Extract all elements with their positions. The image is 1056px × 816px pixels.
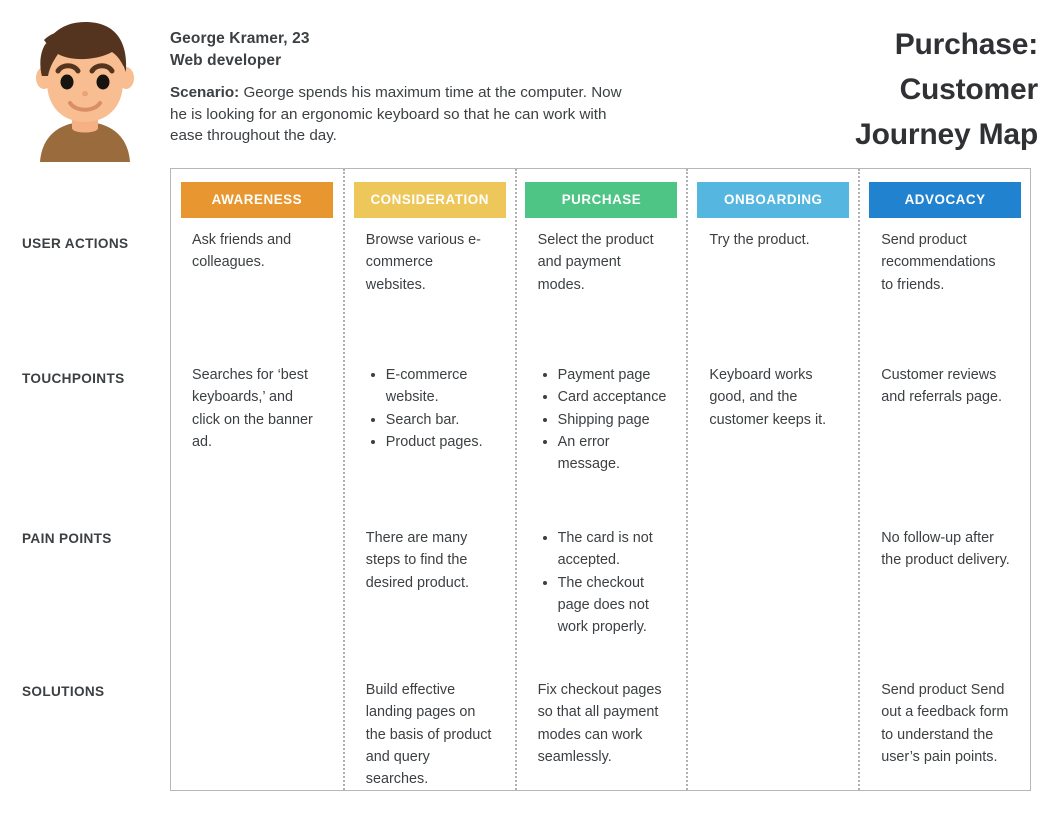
persona-scenario: Scenario: George spends his maximum time… [170,82,630,147]
list-item: Card acceptance [558,386,667,408]
scenario-label: Scenario: [170,84,240,101]
list-item: Shipping page [558,409,667,431]
cell-solutions-consideration: Build effective landing pages on the bas… [345,679,515,790]
row-label-touchpoints: TOUCHPOINTS [22,371,125,386]
page-title: Purchase: Customer Journey Map [708,22,1038,157]
stage-header-purchase[interactable]: PURCHASE [525,182,678,218]
stage-header-awareness[interactable]: AWARENESS [180,182,333,218]
cell-pain-points-advocacy: No follow-up after the product delivery. [860,527,1030,572]
stage-column-consideration: CONSIDERATION Browse various e-commerce w… [342,169,515,790]
cell-solutions-purchase: Fix checkout pages so that all payment m… [517,679,687,768]
cell-text: Try the product. [709,232,810,248]
cell-list: E-commerce website.Search bar.Product pa… [366,364,495,453]
cell-text: Ask friends and colleagues. [192,232,292,271]
stage-header-advocacy[interactable]: ADVOCACY [869,182,1022,218]
list-item: The checkout page does not work properly… [558,572,667,639]
cell-touchpoints-onboarding: Keyboard works good, and the customer ke… [688,364,858,431]
persona-block: George Kramer, 23 Web developer Scenario… [170,28,630,147]
cell-text: Build effective landing pages on the bas… [365,682,492,788]
row-label-solutions: SOLUTIONS [22,684,105,699]
cell-pain-points-consideration: There are many steps to find the desired… [345,527,515,594]
cell-touchpoints-awareness: Searches for ‘best keyboards,’ and click… [171,364,343,453]
cell-text: Select the product and payment modes. [537,232,654,293]
user-avatar-illustration [36,22,134,162]
cell-pain-points-purchase: The card is not accepted.The checkout pa… [517,527,687,638]
row-label-user-actions: USER ACTIONS [22,236,129,251]
cell-solutions-advocacy: Send product Send out a feedback form to… [860,679,1030,768]
cell-text: No follow-up after the product delivery. [881,530,1010,569]
journey-map-grid: AWARENESS Ask friends and colleagues. Sear… [171,169,1030,790]
page-title-line-1: Purchase: [894,28,1038,61]
stage-header-consideration[interactable]: CONSIDERATION [353,182,506,218]
avatar [22,16,148,162]
journey-map-table: AWARENESS Ask friends and colleagues. Sear… [170,168,1031,791]
cell-user-actions-advocacy: Send product recommendations to friends. [860,229,1030,296]
stage-column-purchase: PURCHASE Select the product and payment m… [514,169,687,790]
list-item: Payment page [558,364,667,386]
cell-text: Customer reviews and referrals page. [881,367,1002,406]
cell-user-actions-purchase: Select the product and payment modes. [517,229,687,296]
cell-text: Keyboard works good, and the customer ke… [709,367,827,428]
cell-touchpoints-advocacy: Customer reviews and referrals page. [860,364,1030,409]
cell-text: Send product recommendations to friends. [881,232,996,293]
cell-user-actions-consideration: Browse various e-commerce websites. [345,229,515,296]
cell-list: The card is not accepted.The checkout pa… [538,527,667,638]
list-item: The card is not accepted. [558,527,667,572]
cell-list: Payment pageCard acceptanceShipping page… [538,364,667,475]
page-header: George Kramer, 23 Web developer Scenario… [0,0,1056,168]
list-item: E-commerce website. [386,364,495,409]
stage-column-advocacy: ADVOCACY Send product recommendations to … [858,169,1030,790]
cell-text: Send product Send out a feedback form to… [881,682,1009,765]
page-title-line-3: Journey Map [855,118,1038,151]
persona-role: Web developer [170,52,282,69]
cell-text: Searches for ‘best keyboards,’ and click… [192,367,313,450]
stage-column-onboarding: ONBOARDING Try the product. Keyboard works… [686,169,858,790]
cell-user-actions-awareness: Ask friends and colleagues. [171,229,343,274]
list-item: An error message. [558,431,667,476]
cell-user-actions-onboarding: Try the product. [688,229,858,251]
cell-touchpoints-purchase: Payment pageCard acceptanceShipping page… [517,364,687,475]
row-label-column: USER ACTIONS TOUCHPOINTS PAIN POINTS SOL… [0,168,170,791]
cell-text: Browse various e-commerce websites. [365,232,481,293]
row-label-pain-points: PAIN POINTS [22,531,112,546]
cell-text: Fix checkout pages so that all payment m… [537,682,662,765]
list-item: Search bar. [386,409,495,431]
stage-header-onboarding[interactable]: ONBOARDING [697,182,850,218]
cell-touchpoints-consideration: E-commerce website.Search bar.Product pa… [345,364,515,453]
list-item: Product pages. [386,431,495,453]
cell-text: There are many steps to find the desired… [365,530,469,591]
stage-column-awareness: AWARENESS Ask friends and colleagues. Sear… [171,169,343,790]
page-title-line-2: Customer [899,73,1039,106]
persona-name: George Kramer, 23 [170,30,310,47]
